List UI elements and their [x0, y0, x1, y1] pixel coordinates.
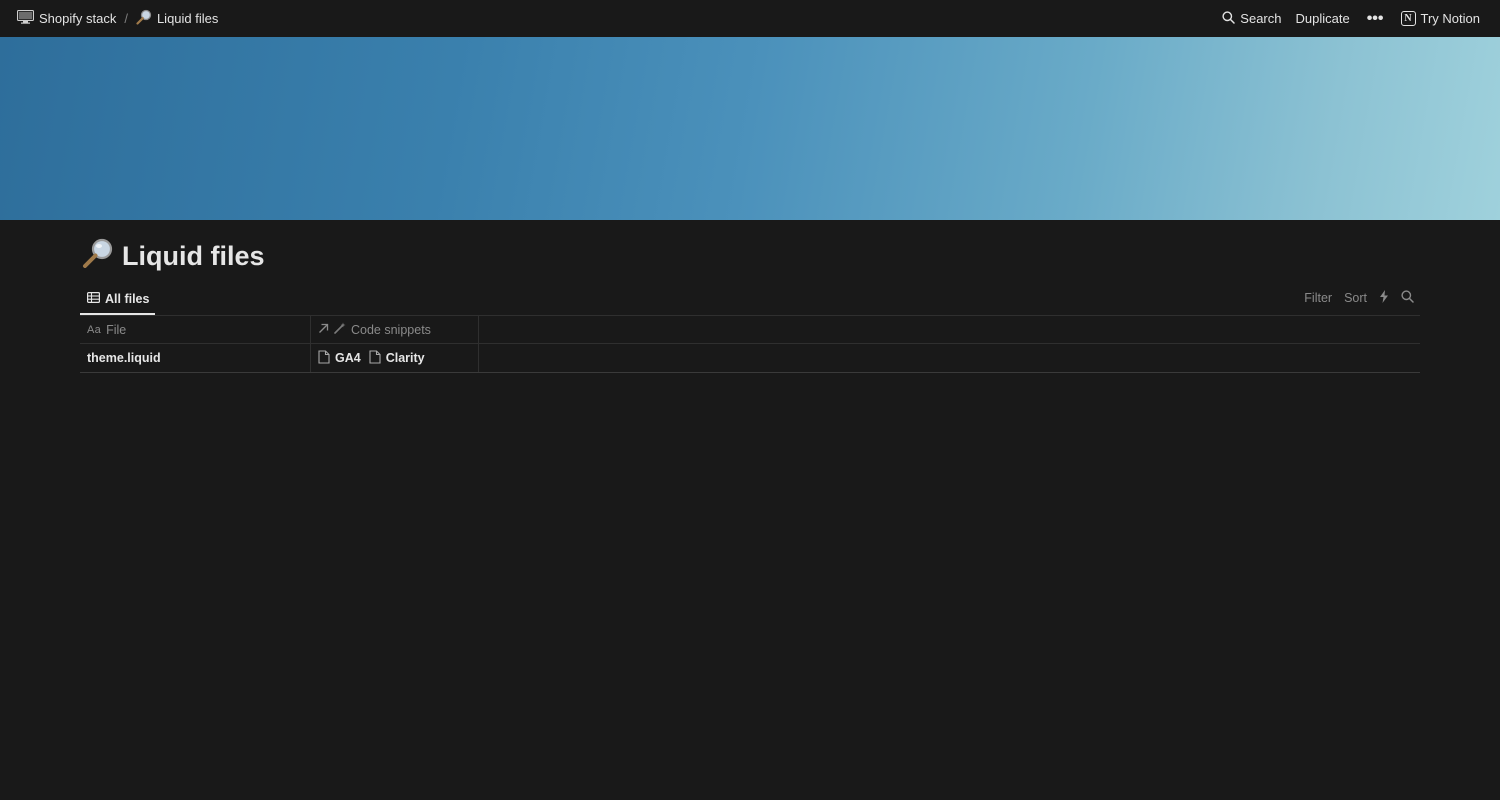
ellipsis-icon: •••	[1366, 9, 1384, 27]
breadcrumb: Shopify stack / Liquid files	[15, 7, 220, 30]
table-header-row: Aa File Code snippets	[80, 316, 1420, 344]
page-cover[interactable]	[0, 37, 1500, 220]
try-notion-button[interactable]: N Try Notion	[1396, 8, 1485, 29]
tab-all-files[interactable]: All files	[80, 284, 156, 315]
desktop-computer-icon	[17, 10, 34, 27]
view-tools: Filter Sort	[1304, 284, 1420, 312]
relation-chip-clarity[interactable]: Clarity	[369, 349, 425, 367]
search-icon	[1222, 10, 1236, 27]
page-icon	[318, 349, 330, 367]
sort-button[interactable]: Sort	[1344, 291, 1367, 305]
table-row[interactable]: theme.liquid GA4 Clarity	[80, 344, 1420, 373]
more-options-button[interactable]: •••	[1359, 9, 1392, 27]
breadcrumb-item-liquid-files[interactable]: Liquid files	[134, 7, 220, 30]
column-header-label: Code snippets	[351, 322, 431, 337]
breadcrumb-label: Liquid files	[156, 11, 219, 26]
top-actions: Search Duplicate ••• N Try Notion	[1217, 8, 1485, 30]
relation-chip-ga4[interactable]: GA4	[318, 349, 361, 367]
magnifier-emoji-icon	[136, 9, 152, 28]
code-snippets-cell[interactable]: GA4 Clarity	[311, 344, 479, 372]
database-view-bar: All files Filter Sort	[80, 284, 1420, 315]
relation-chip-label: GA4	[335, 351, 361, 365]
duplicate-label: Duplicate	[1295, 11, 1350, 26]
database-search-icon[interactable]	[1401, 290, 1414, 306]
breadcrumb-item-shopify-stack[interactable]: Shopify stack	[15, 8, 118, 29]
top-bar: Shopify stack / Liquid files Search Dupl…	[0, 0, 1500, 37]
search-label: Search	[1240, 11, 1282, 26]
column-header-code-snippets[interactable]: Code snippets	[311, 316, 479, 343]
database-table: Aa File Code snippets theme.liquid GA4 C…	[80, 315, 1420, 373]
duplicate-button[interactable]: Duplicate	[1291, 8, 1355, 29]
automation-bolt-icon[interactable]	[1379, 290, 1389, 306]
relation-chip-label: Clarity	[385, 351, 425, 365]
tab-label: All files	[105, 291, 150, 306]
notion-logo-icon: N	[1400, 11, 1416, 26]
search-button[interactable]: Search	[1217, 8, 1286, 30]
page-icon	[369, 349, 381, 367]
breadcrumb-separator: /	[124, 11, 128, 26]
magnifier-emoji-icon[interactable]	[82, 238, 114, 275]
column-header-file[interactable]: Aa File	[80, 316, 311, 343]
relation-arrow-icon	[318, 323, 329, 337]
text-property-icon: Aa	[87, 323, 102, 336]
filter-button[interactable]: Filter	[1304, 291, 1332, 305]
table-icon	[87, 291, 101, 306]
breadcrumb-label: Shopify stack	[39, 11, 117, 26]
column-header-label: File	[106, 322, 127, 337]
file-cell[interactable]: theme.liquid	[80, 344, 311, 372]
try-notion-label: Try Notion	[1420, 11, 1480, 26]
magic-wand-icon	[334, 322, 346, 337]
page-title: Liquid files	[82, 238, 265, 275]
page-title-text[interactable]: Liquid files	[122, 241, 265, 272]
